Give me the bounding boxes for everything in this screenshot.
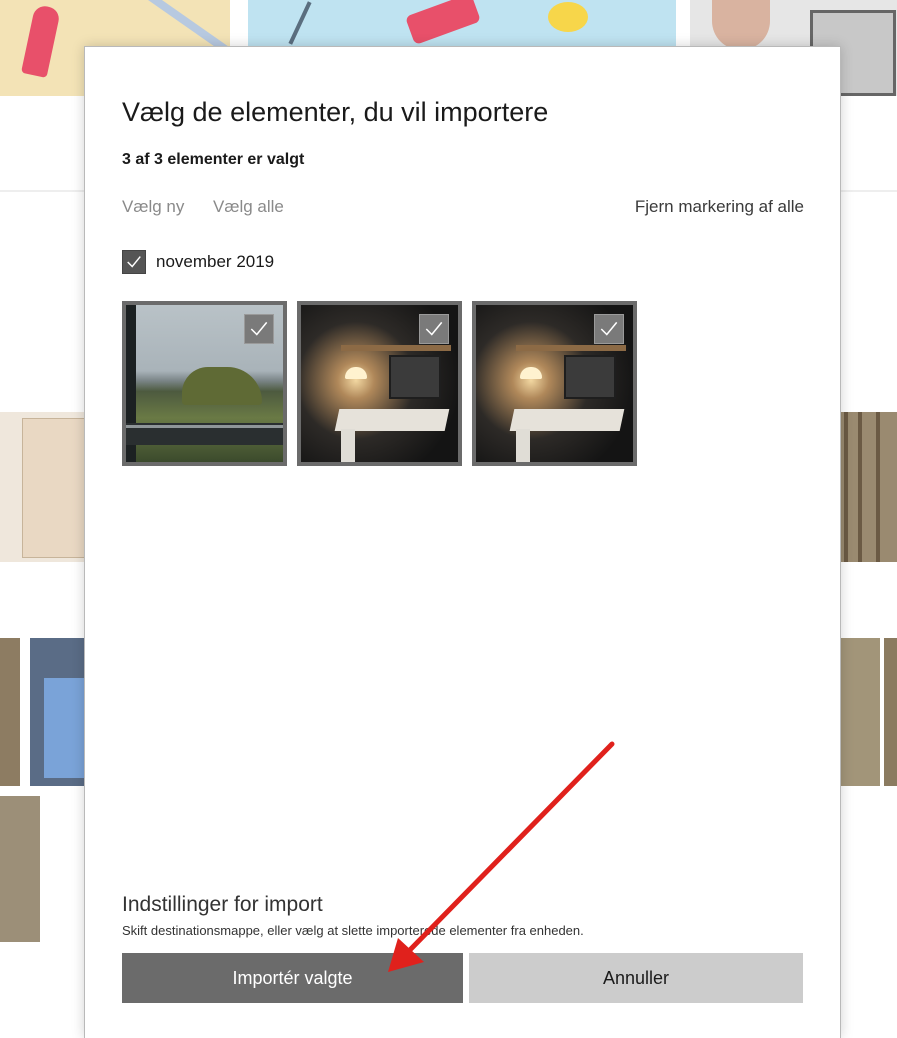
deselect-all-link[interactable]: Fjern markering af alle xyxy=(635,197,804,217)
gallery-tile xyxy=(30,638,90,786)
checkmark-icon xyxy=(425,321,443,336)
divider xyxy=(839,190,897,192)
gallery-tile xyxy=(0,638,20,786)
checkmark-icon xyxy=(127,256,141,268)
thumbnail-desk-lamp[interactable] xyxy=(472,301,637,466)
group-label: november 2019 xyxy=(156,252,275,271)
thumbnail-desk-lamp[interactable] xyxy=(297,301,462,466)
checkmark-icon xyxy=(600,321,618,336)
divider xyxy=(0,190,84,192)
gallery-tile xyxy=(884,638,897,786)
selection-count: 3 af 3 elementer er valgt xyxy=(122,151,305,168)
gallery-tile xyxy=(836,638,880,786)
checkmark-icon xyxy=(250,321,268,336)
thumbnail-landscape[interactable] xyxy=(122,301,287,466)
gallery-tile xyxy=(248,0,676,46)
gallery-tile xyxy=(0,412,90,562)
cancel-button[interactable]: Annuller xyxy=(469,953,803,1003)
gallery-tile xyxy=(836,412,897,562)
import-dialog: Vælg de elementer, du vil importere 3 af… xyxy=(84,46,841,1038)
import-settings-title[interactable]: Indstillinger for import xyxy=(122,893,323,917)
import-settings-description: Skift destinationsmappe, eller vælg at s… xyxy=(122,923,584,938)
gallery-tile xyxy=(0,796,40,942)
select-all-link[interactable]: Vælg alle xyxy=(213,197,284,217)
checkbox[interactable] xyxy=(122,250,146,274)
select-new-link[interactable]: Vælg ny xyxy=(122,197,184,217)
thumbnail-checkbox[interactable] xyxy=(419,314,449,344)
import-selected-button[interactable]: Importér valgte xyxy=(122,953,463,1003)
thumbnail-checkbox[interactable] xyxy=(244,314,274,344)
group-checkbox-november-2019[interactable]: november 2019 xyxy=(122,249,274,275)
dialog-title: Vælg de elementer, du vil importere xyxy=(122,97,549,127)
thumbnail-checkbox[interactable] xyxy=(594,314,624,344)
thumbnail-grid xyxy=(122,301,637,466)
